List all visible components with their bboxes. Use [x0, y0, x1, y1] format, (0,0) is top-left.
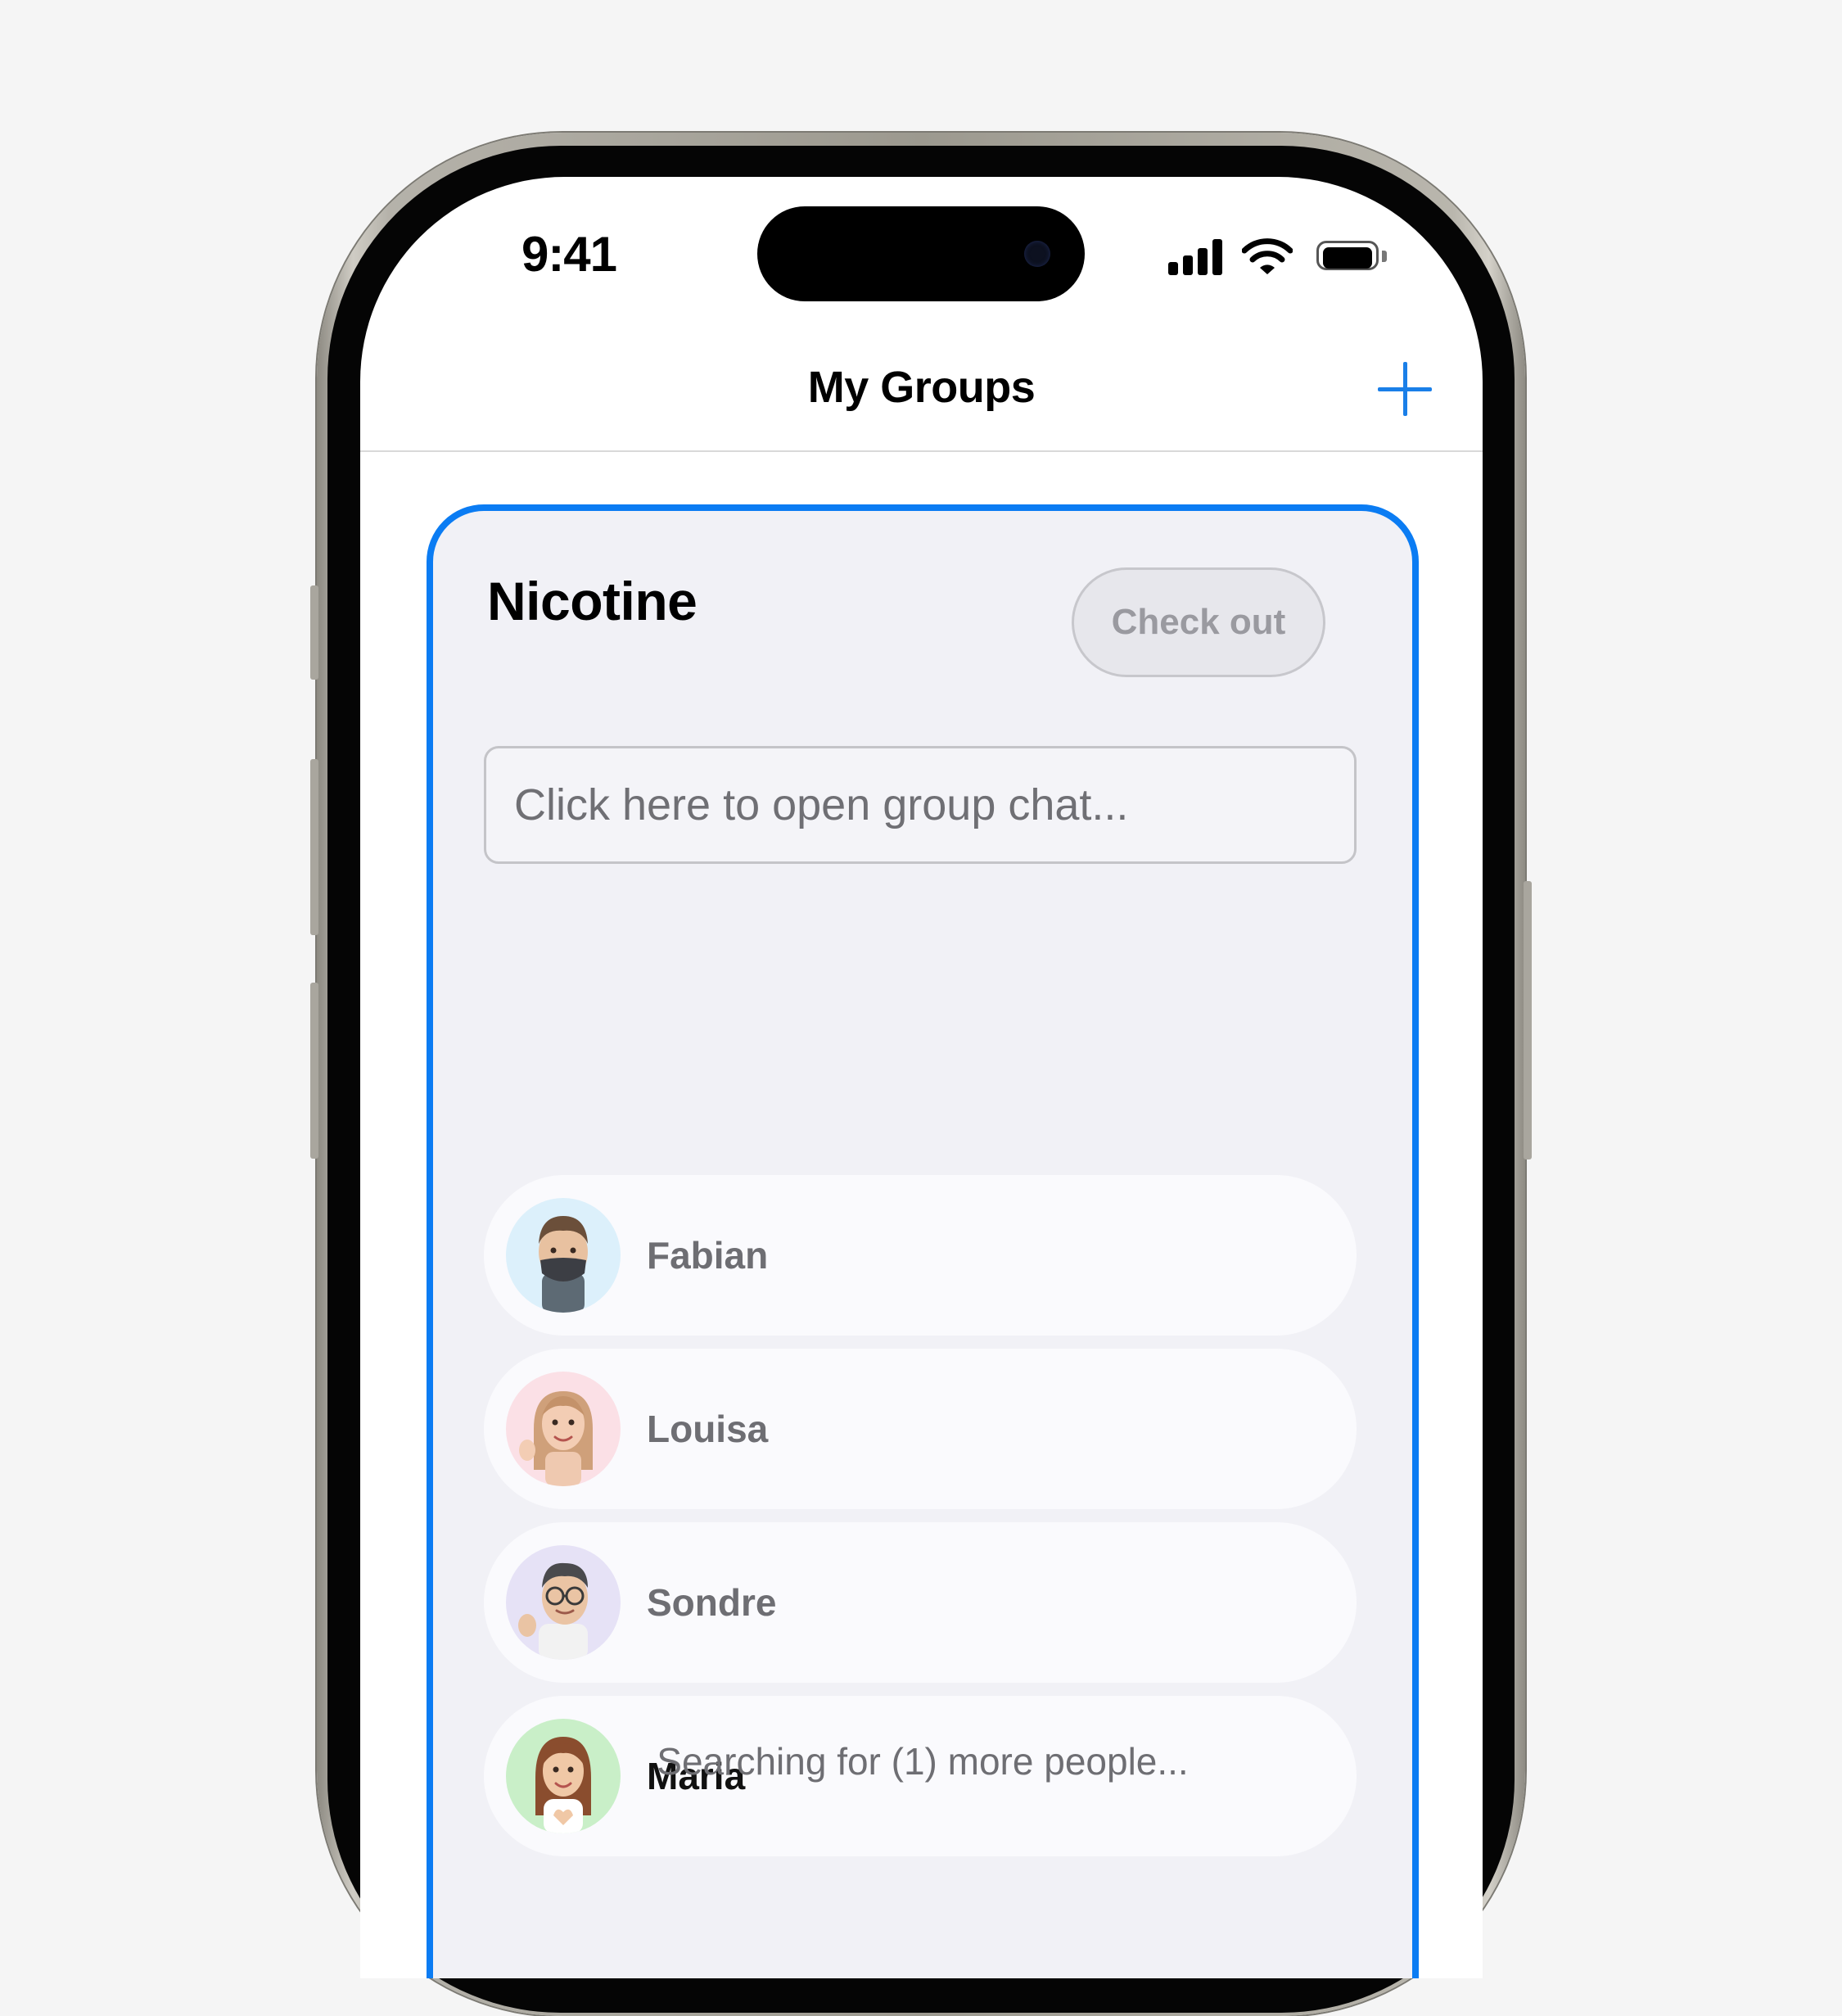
member-name: Sondre: [647, 1581, 777, 1624]
cellular-signal-icon: [1168, 239, 1226, 275]
group-title: Nicotine: [487, 571, 698, 631]
status-time: 9:41: [521, 227, 617, 282]
memoji-avatar-icon: [539, 1216, 588, 1313]
member-name: Louisa: [647, 1408, 769, 1450]
dynamic-island: [757, 206, 1085, 301]
check-out-button[interactable]: Check out: [1072, 567, 1325, 677]
phone-screen: 9:41 My Groups Nicotine Check out Click …: [360, 177, 1483, 1978]
memoji-avatar-icon: [518, 1562, 588, 1660]
avatar: [506, 1545, 621, 1660]
nav-divider: [360, 450, 1483, 452]
camera-icon: [1024, 241, 1050, 267]
avatar: [506, 1198, 621, 1313]
volume-down-button: [310, 983, 318, 1159]
battery-icon: [1316, 241, 1387, 273]
memoji-avatar-icon: [519, 1391, 593, 1486]
power-button: [1524, 881, 1532, 1159]
add-group-button[interactable]: [1378, 362, 1432, 416]
member-row[interactable]: Sondre: [484, 1522, 1357, 1683]
member-row[interactable]: Fabian: [484, 1175, 1357, 1336]
group-card[interactable]: Nicotine Check out Click here to open gr…: [427, 504, 1419, 1978]
page-title: My Groups: [807, 363, 1036, 412]
wifi-icon: [1242, 238, 1293, 274]
volume-up-button: [310, 759, 318, 935]
avatar: [506, 1372, 621, 1486]
group-chat-input[interactable]: Click here to open group chat...: [484, 746, 1357, 864]
action-button: [310, 585, 318, 680]
member-name: Fabian: [647, 1234, 769, 1277]
search-status-text: Searching for (1) more people...: [657, 1740, 1189, 1783]
member-row[interactable]: Louisa: [484, 1349, 1357, 1509]
